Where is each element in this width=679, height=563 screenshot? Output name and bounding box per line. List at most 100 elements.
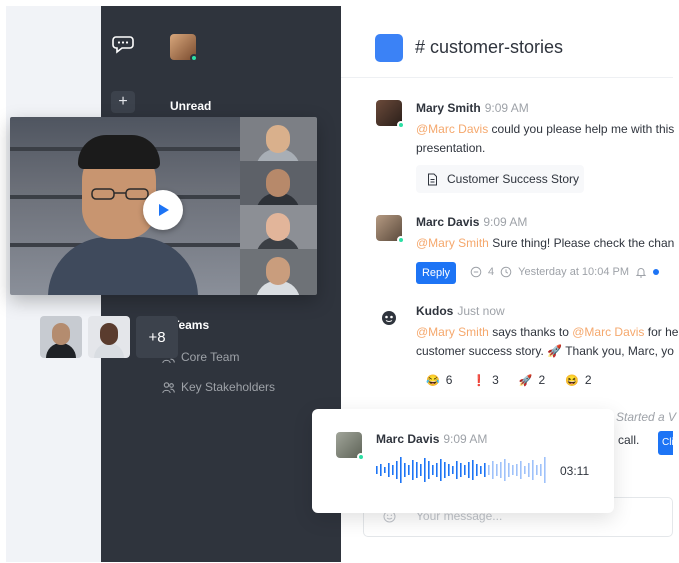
waveform-bar [424,458,426,482]
waveform-bar [504,459,506,481]
channel-title: # customer-stories [415,37,564,57]
waveform-bar [468,462,470,478]
user-avatar[interactable] [170,34,198,62]
team-icon [162,381,175,393]
message-text-part: could you please help me with this [488,122,675,136]
online-status-dot [397,121,405,129]
participant-avatar[interactable] [40,316,82,358]
author-name: Kudos [416,304,454,318]
waveform-bar [532,460,534,480]
waveform-bar [388,463,390,477]
online-status-dot [397,236,405,244]
mention-link[interactable]: @Mary Smith [416,325,489,339]
reaction-chip[interactable]: 😂 6 [426,373,452,387]
reaction-chip[interactable]: 🚀 2 [519,373,545,387]
play-button[interactable] [143,190,183,230]
waveform-bar [472,460,474,480]
main-video-feed[interactable] [10,117,240,295]
reply-button[interactable]: Reply [416,262,456,284]
participant-avatar[interactable] [88,316,130,358]
play-icon [159,204,169,216]
unread-indicator [653,269,660,275]
participant-video[interactable] [240,161,317,205]
mention-link[interactable]: @Mary Smith [416,236,489,250]
message-time: Just now [457,304,505,318]
bell-icon[interactable] [635,266,647,278]
waveform-bar [480,466,482,474]
author-name: Marc Davis [376,432,440,446]
participant-video[interactable] [240,205,317,249]
message-author[interactable]: Mary Smith 9:09 AM [416,101,529,115]
avatar-mary-smith[interactable] [376,100,405,129]
reaction-count: 2 [584,373,592,387]
participant-video[interactable] [240,249,317,295]
message-author[interactable]: Marc Davis 9:09 AM [416,215,527,229]
waveform-bar [516,464,518,476]
waveform-bar [432,465,434,475]
video-call-card[interactable] [10,117,317,295]
join-call-button[interactable]: Cli [658,431,673,455]
reaction-emoji: ❗ [472,374,487,387]
waveform-bar [440,459,442,481]
more-participants-badge[interactable]: +8 [136,316,178,358]
comment-icon [470,266,482,278]
reaction-chip[interactable]: 😆 2 [565,373,591,387]
reply-count: 4 [488,266,495,278]
waveform-bar [436,463,438,477]
file-attachment[interactable]: Customer Success Story [416,165,584,193]
waveform-bar [456,461,458,479]
sidebar-item-label: Core Team [181,350,240,364]
reaction-emoji: 😆 [565,374,579,387]
message-text-part: says thanks to [488,325,573,339]
create-new-button[interactable]: + [111,91,135,113]
reaction-count: 6 [445,373,453,387]
unread-section-label: Unread [170,99,212,113]
chat-logo-icon[interactable] [112,34,134,54]
author-name: Mary Smith [416,101,481,115]
waveform-bar [416,462,418,478]
mention-link[interactable]: @Marc Davis [572,325,644,339]
waveform-bar [512,465,514,475]
waveform-bar [528,463,530,477]
message-author[interactable]: Kudos Just now [416,304,505,318]
waveform-bar [452,466,454,474]
waveform-bar [408,465,410,475]
waveform-bar [536,465,538,475]
audio-duration: 03:11 [560,464,590,478]
waveform-bar [384,467,386,473]
thread-meta[interactable]: 4 Yesterday at 10:04 PM [470,266,660,278]
thread-time: Yesterday at 10:04 PM [518,266,630,278]
channel-avatar[interactable] [375,34,403,62]
waveform-bar [540,464,542,476]
waveform-bar [524,466,526,474]
message-author[interactable]: Marc Davis 9:09 AM [376,432,487,446]
waveform-bar [508,463,510,477]
sidebar-item-key-stakeholders[interactable]: Key Stakeholders [162,380,275,394]
reaction-chip[interactable]: ❗ 3 [472,373,498,387]
waveform-bar [428,461,430,479]
clock-icon [500,266,512,278]
waveform-bar [420,464,422,476]
reaction-emoji: 🚀 [518,374,533,387]
online-status-dot [190,54,198,62]
waveform-bar [404,463,406,477]
avatar-marc-davis[interactable] [376,215,405,244]
online-status-dot [357,453,365,461]
waveform-bar [392,465,394,475]
message-text-part: for he [644,325,679,339]
waveform-bar [380,464,382,476]
message-text-line2: presentation. [416,141,486,155]
avatar-marc-davis[interactable] [336,432,365,461]
audio-waveform[interactable] [376,452,548,488]
call-text: call. [618,433,640,447]
reaction-count: 3 [492,373,499,387]
participant-video[interactable] [240,117,317,161]
message-text-part: Sure thing! Please check the chan [488,236,675,250]
call-started-text: Started a V [616,410,677,424]
kudos-bot-avatar[interactable] [376,305,402,331]
waveform-bar [484,463,486,477]
mention-link[interactable]: @Marc Davis [416,122,488,136]
waveform-bar [412,460,414,480]
waveform-bar [488,465,490,475]
message-time: 9:09 AM [484,101,529,115]
